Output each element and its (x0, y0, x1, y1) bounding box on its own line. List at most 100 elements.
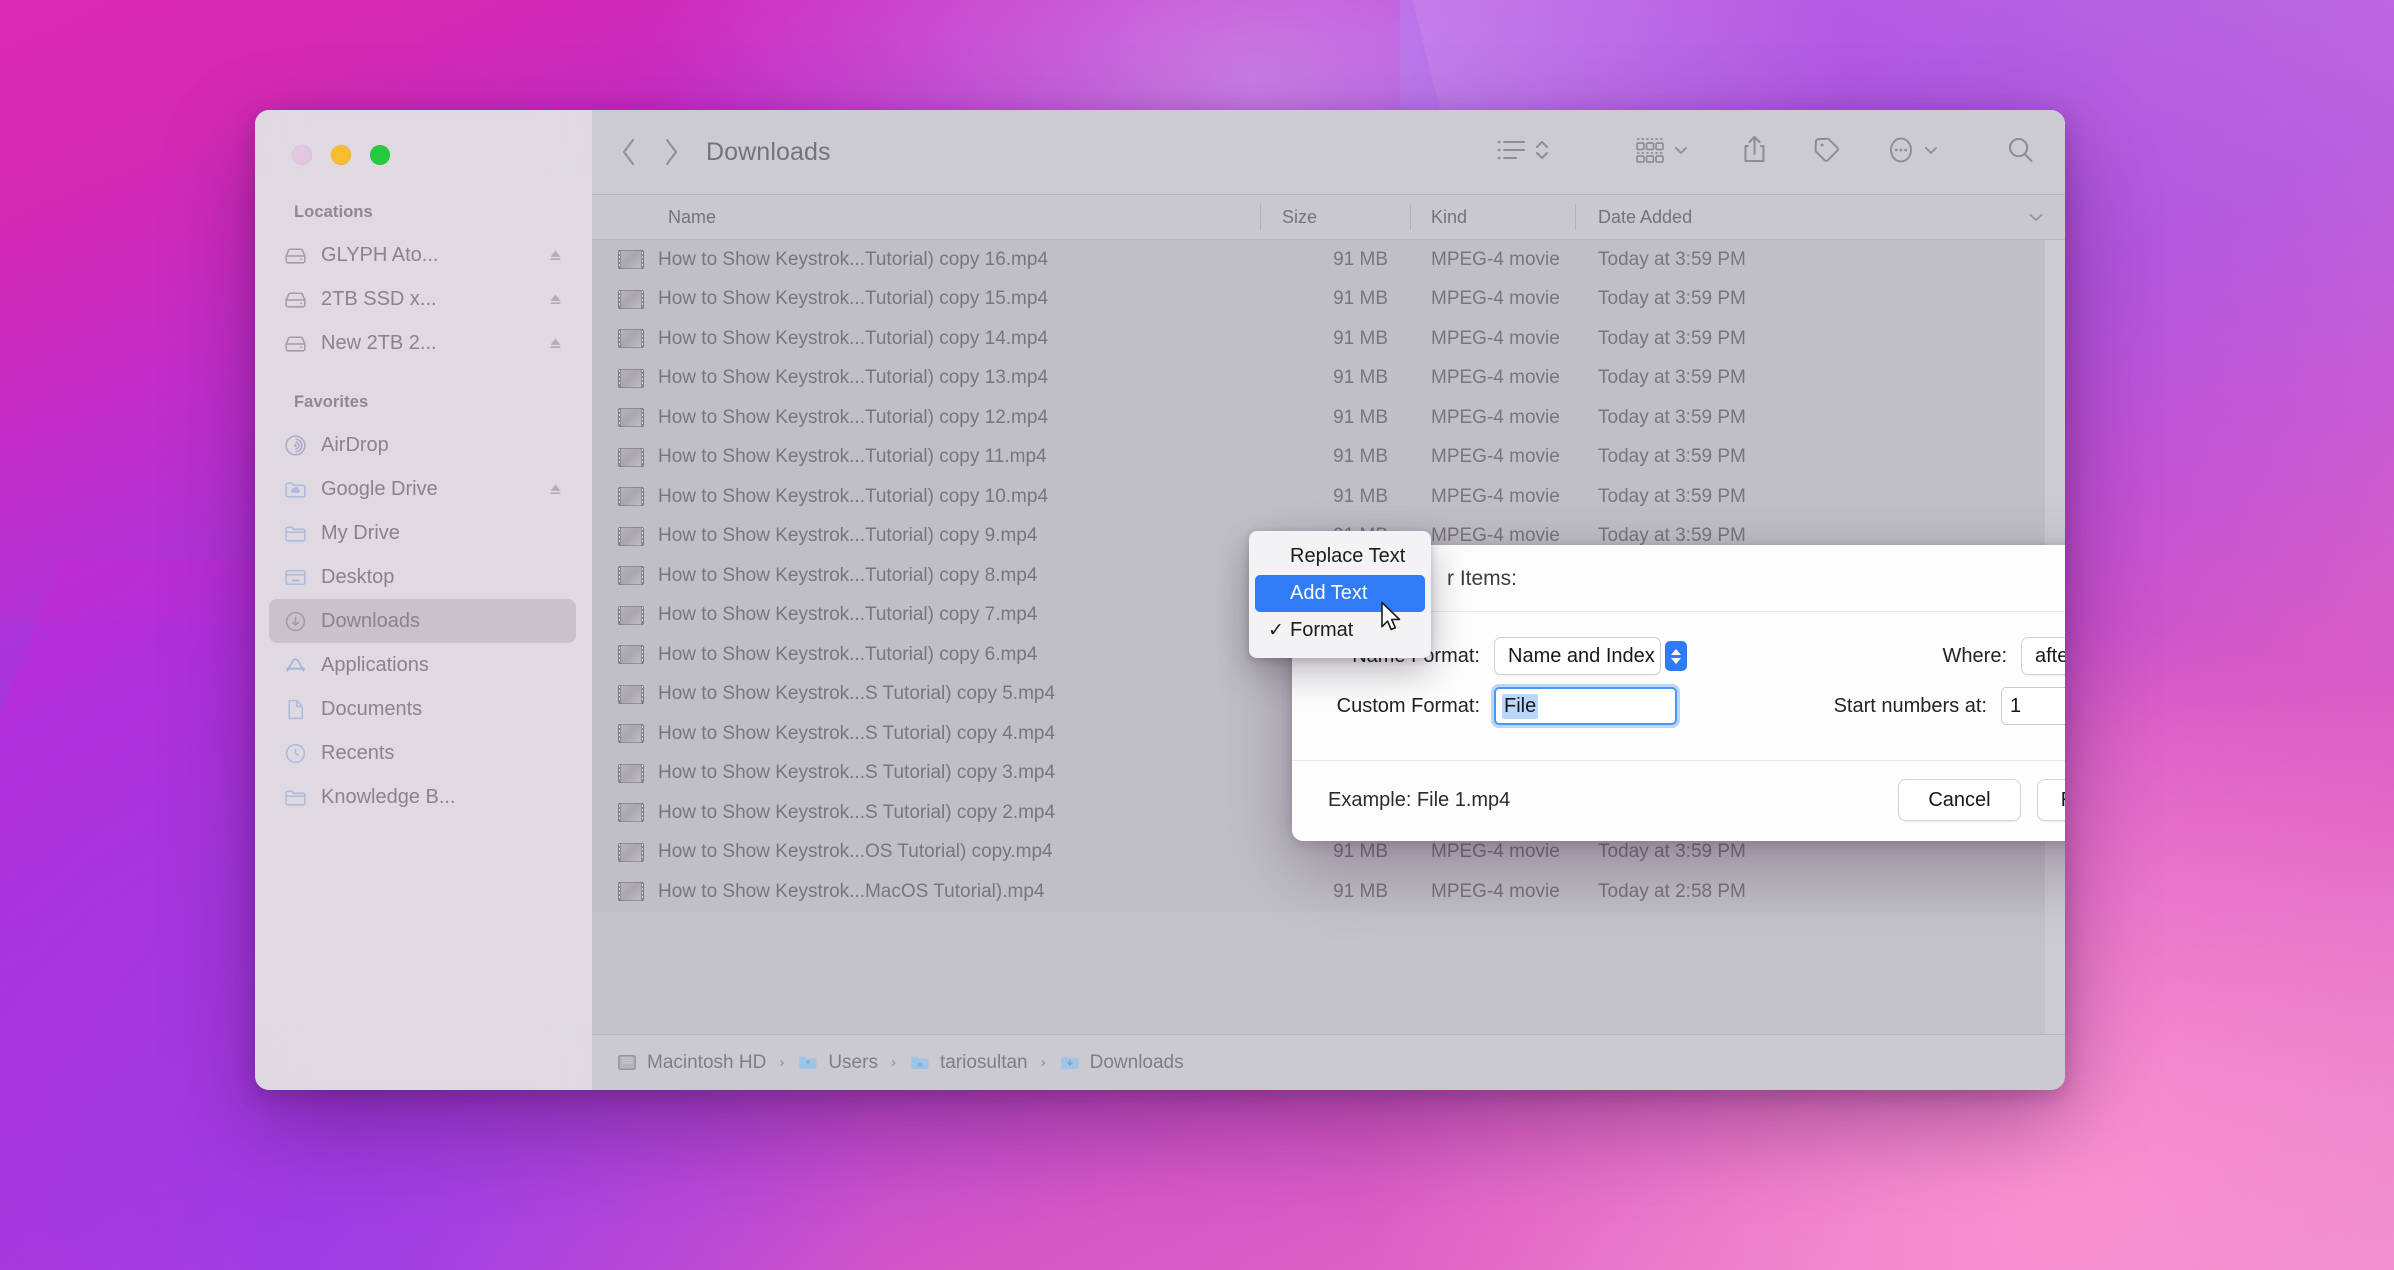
sidebar-item-downloads[interactable]: Downloads (269, 599, 576, 643)
sidebar-item-my-drive[interactable]: My Drive (269, 511, 576, 555)
finder-sidebar: Locations GLYPH Ato... (255, 110, 592, 1090)
column-header-date-added[interactable]: Date Added (1575, 195, 2065, 239)
finder-toolbar: Downloads (592, 110, 2065, 194)
file-date-added: Today at 3:59 PM (1575, 486, 2045, 508)
table-row[interactable]: How to Show Keystrok...Tutorial) copy 16… (592, 240, 2045, 280)
window-controls (255, 110, 592, 165)
cancel-button[interactable]: Cancel (1898, 779, 2021, 821)
minimize-window-button[interactable] (331, 145, 351, 165)
file-kind: MPEG-4 movie (1410, 446, 1575, 468)
column-header-kind[interactable]: Kind (1410, 195, 1575, 239)
custom-format-value: File (1502, 694, 1538, 719)
view-as-list-button[interactable] (1496, 136, 1550, 169)
table-row[interactable]: How to Show Keystrok...MacOS Tutorial).m… (592, 872, 2045, 912)
search-button[interactable] (2005, 134, 2037, 171)
file-name: How to Show Keystrok...S Tutorial) copy … (658, 762, 1055, 784)
file-size: 91 MB (1260, 407, 1410, 429)
group-by-button[interactable] (1634, 136, 1689, 169)
custom-format-input[interactable]: File (1494, 687, 1677, 725)
file-kind: MPEG-4 movie (1410, 841, 1575, 863)
file-date-added: Today at 3:59 PM (1575, 367, 2045, 389)
forward-button[interactable] (660, 135, 682, 169)
menu-item-add-text[interactable]: Add Text (1255, 575, 1425, 612)
file-row-name-cell: How to Show Keystrok...MacOS Tutorial).m… (592, 881, 1260, 903)
sidebar-item-new-2tb[interactable]: New 2TB 2... (269, 321, 576, 365)
file-row-name-cell: How to Show Keystrok...Tutorial) copy 14… (592, 328, 1260, 350)
sidebar-item-desktop[interactable]: Desktop (269, 555, 576, 599)
cloud-folder-icon (283, 477, 308, 502)
sidebar-item-knowledge-base[interactable]: Knowledge B... (269, 775, 576, 819)
table-row[interactable]: How to Show Keystrok...Tutorial) copy 12… (592, 398, 2045, 438)
downloads-icon (283, 609, 308, 634)
file-name: How to Show Keystrok...Tutorial) copy 7.… (658, 604, 1037, 626)
close-window-button[interactable] (292, 145, 312, 165)
breadcrumb-users[interactable]: Users (797, 1052, 878, 1074)
sidebar-item-google-drive[interactable]: Google Drive (269, 467, 576, 511)
file-name: How to Show Keystrok...OS Tutorial) copy… (658, 841, 1053, 863)
table-row[interactable]: How to Show Keystrok...Tutorial) copy 14… (592, 319, 2045, 359)
start-numbers-value: 1 (2010, 695, 2021, 718)
sidebar-item-label: Applications (321, 654, 429, 677)
chevron-down-icon (1673, 143, 1689, 162)
file-row-name-cell: How to Show Keystrok...Tutorial) copy 13… (592, 367, 1260, 389)
file-kind: MPEG-4 movie (1410, 407, 1575, 429)
table-row[interactable]: How to Show Keystrok...Tutorial) copy 13… (592, 359, 2045, 399)
column-header-name[interactable]: Name (592, 195, 1260, 239)
sidebar-item-2tb-ssd[interactable]: 2TB SSD x... (269, 277, 576, 321)
sidebar-item-label: GLYPH Ato... (321, 244, 438, 267)
eject-icon[interactable] (547, 247, 564, 264)
sidebar-item-label: Knowledge B... (321, 786, 456, 809)
where-select[interactable]: after name (2021, 637, 2065, 675)
sidebar-item-glyph-atom[interactable]: GLYPH Ato... (269, 233, 576, 277)
example-preview-text: Example: File 1.mp4 (1328, 789, 1510, 812)
menu-item-format[interactable]: ✓ Format (1255, 612, 1425, 649)
file-row-name-cell: How to Show Keystrok...Tutorial) copy 7.… (592, 604, 1260, 626)
file-kind: MPEG-4 movie (1410, 288, 1575, 310)
eject-icon[interactable] (547, 481, 564, 498)
chevron-down-icon[interactable] (2027, 210, 2045, 224)
name-format-select[interactable]: Name and Index (1494, 637, 1661, 675)
table-row[interactable]: How to Show Keystrok...Tutorial) copy 10… (592, 477, 2045, 517)
sidebar-item-airdrop[interactable]: AirDrop (269, 423, 576, 467)
column-header-size[interactable]: Size (1260, 195, 1410, 239)
tags-button[interactable] (1812, 135, 1842, 170)
start-numbers-input[interactable]: 1 (2001, 687, 2065, 725)
stepper-icon[interactable] (1665, 641, 1687, 671)
movie-file-icon (618, 329, 644, 348)
sidebar-item-label: 2TB SSD x... (321, 288, 437, 311)
airdrop-icon (283, 433, 308, 458)
breadcrumb-downloads[interactable]: Downloads (1059, 1052, 1184, 1074)
table-row[interactable]: How to Show Keystrok...Tutorial) copy 11… (592, 438, 2045, 478)
movie-file-icon (618, 606, 644, 625)
breadcrumb-tariosultan[interactable]: tariosultan (909, 1052, 1028, 1074)
file-size: 91 MB (1260, 841, 1410, 863)
eject-icon[interactable] (547, 291, 564, 308)
file-size: 91 MB (1260, 881, 1410, 903)
sidebar-item-label: AirDrop (321, 434, 389, 457)
users-folder-icon (797, 1053, 819, 1072)
table-row[interactable]: How to Show Keystrok...Tutorial) copy 15… (592, 280, 2045, 320)
file-date-added: Today at 2:58 PM (1575, 881, 2045, 903)
movie-file-icon (618, 882, 644, 901)
column-header-date-added-label: Date Added (1598, 207, 1692, 228)
breadcrumb-macintosh-hd[interactable]: Macintosh HD (616, 1052, 766, 1074)
movie-file-icon (618, 290, 644, 309)
sidebar-item-label: Desktop (321, 566, 394, 589)
sidebar-item-recents[interactable]: Recents (269, 731, 576, 775)
file-list-column-headers: Name Size Kind Date Added (592, 194, 2065, 240)
rename-button[interactable]: Rename (2037, 779, 2065, 821)
sidebar-item-applications[interactable]: Applications (269, 643, 576, 687)
file-name: How to Show Keystrok...S Tutorial) copy … (658, 683, 1055, 705)
more-actions-button[interactable] (1886, 134, 1939, 171)
file-name: How to Show Keystrok...Tutorial) copy 6.… (658, 644, 1037, 666)
eject-icon[interactable] (547, 335, 564, 352)
share-button[interactable] (1741, 134, 1768, 171)
movie-file-icon (618, 803, 644, 822)
file-date-added: Today at 3:59 PM (1575, 249, 2045, 271)
menu-item-replace-text[interactable]: Replace Text (1255, 538, 1425, 575)
back-button[interactable] (618, 135, 640, 169)
search-icon (2005, 134, 2037, 171)
maximize-window-button[interactable] (370, 145, 390, 165)
sidebar-item-documents[interactable]: Documents (269, 687, 576, 731)
name-format-value: Name and Index (1508, 645, 1655, 668)
